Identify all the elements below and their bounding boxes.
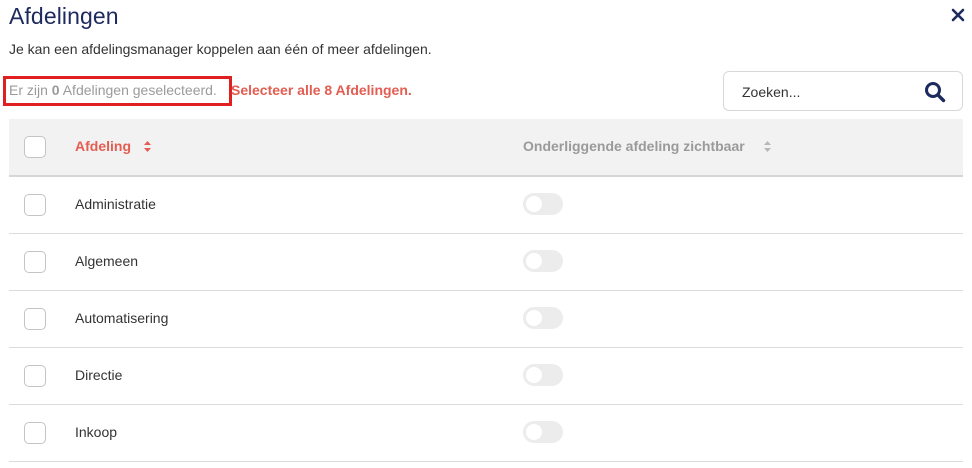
close-icon[interactable]	[949, 6, 967, 24]
visibility-toggle[interactable]	[523, 364, 563, 386]
search-input[interactable]	[742, 82, 912, 102]
column-header-onderliggend[interactable]: Onderliggende afdeling zichtbaar	[523, 138, 745, 154]
row-checkbox[interactable]	[24, 422, 46, 444]
toggle-knob	[526, 253, 542, 269]
toggle-knob	[526, 310, 542, 326]
select-all-link[interactable]: Selecteer alle 8 Afdelingen.	[231, 82, 412, 98]
row-checkbox[interactable]	[24, 194, 46, 216]
selection-status: Er zijn 0 Afdelingen geselecteerd.	[9, 82, 217, 98]
department-name: Automatisering	[75, 310, 169, 326]
table-header: Afdeling Onderliggende afdeling zichtbaa…	[9, 119, 963, 177]
toggle-knob	[526, 424, 542, 440]
visibility-toggle[interactable]	[523, 421, 563, 443]
visibility-toggle[interactable]	[523, 250, 563, 272]
department-name: Inkoop	[75, 424, 118, 440]
department-name: Algemeen	[75, 253, 139, 269]
row-checkbox[interactable]	[24, 365, 46, 387]
sort-icon[interactable]	[763, 140, 772, 153]
column-header-afdeling[interactable]: Afdeling	[75, 138, 131, 154]
toggle-knob	[526, 367, 542, 383]
table-row: Directie	[9, 348, 963, 405]
page-title: Afdelingen	[9, 3, 119, 29]
visibility-toggle[interactable]	[523, 193, 563, 215]
row-checkbox[interactable]	[24, 251, 46, 273]
visibility-toggle[interactable]	[523, 307, 563, 329]
search-box	[723, 71, 963, 111]
search-icon[interactable]	[924, 81, 946, 103]
table-row: Inkoop	[9, 405, 963, 462]
table-row: Administratie	[9, 177, 963, 234]
department-name: Directie	[75, 367, 123, 383]
row-checkbox[interactable]	[24, 308, 46, 330]
table-row: Automatisering	[9, 291, 963, 348]
selection-prefix: Er zijn	[9, 82, 52, 98]
sort-icon[interactable]	[143, 140, 152, 153]
table-row: Algemeen	[9, 234, 963, 291]
select-all-checkbox[interactable]	[24, 136, 46, 158]
modal-subtitle: Je kan een afdelingsmanager koppelen aan…	[9, 41, 432, 57]
department-name: Administratie	[75, 196, 156, 212]
toggle-knob	[526, 196, 542, 212]
selection-suffix: Afdelingen geselecteerd.	[59, 82, 217, 98]
selection-count: 0	[51, 82, 60, 98]
